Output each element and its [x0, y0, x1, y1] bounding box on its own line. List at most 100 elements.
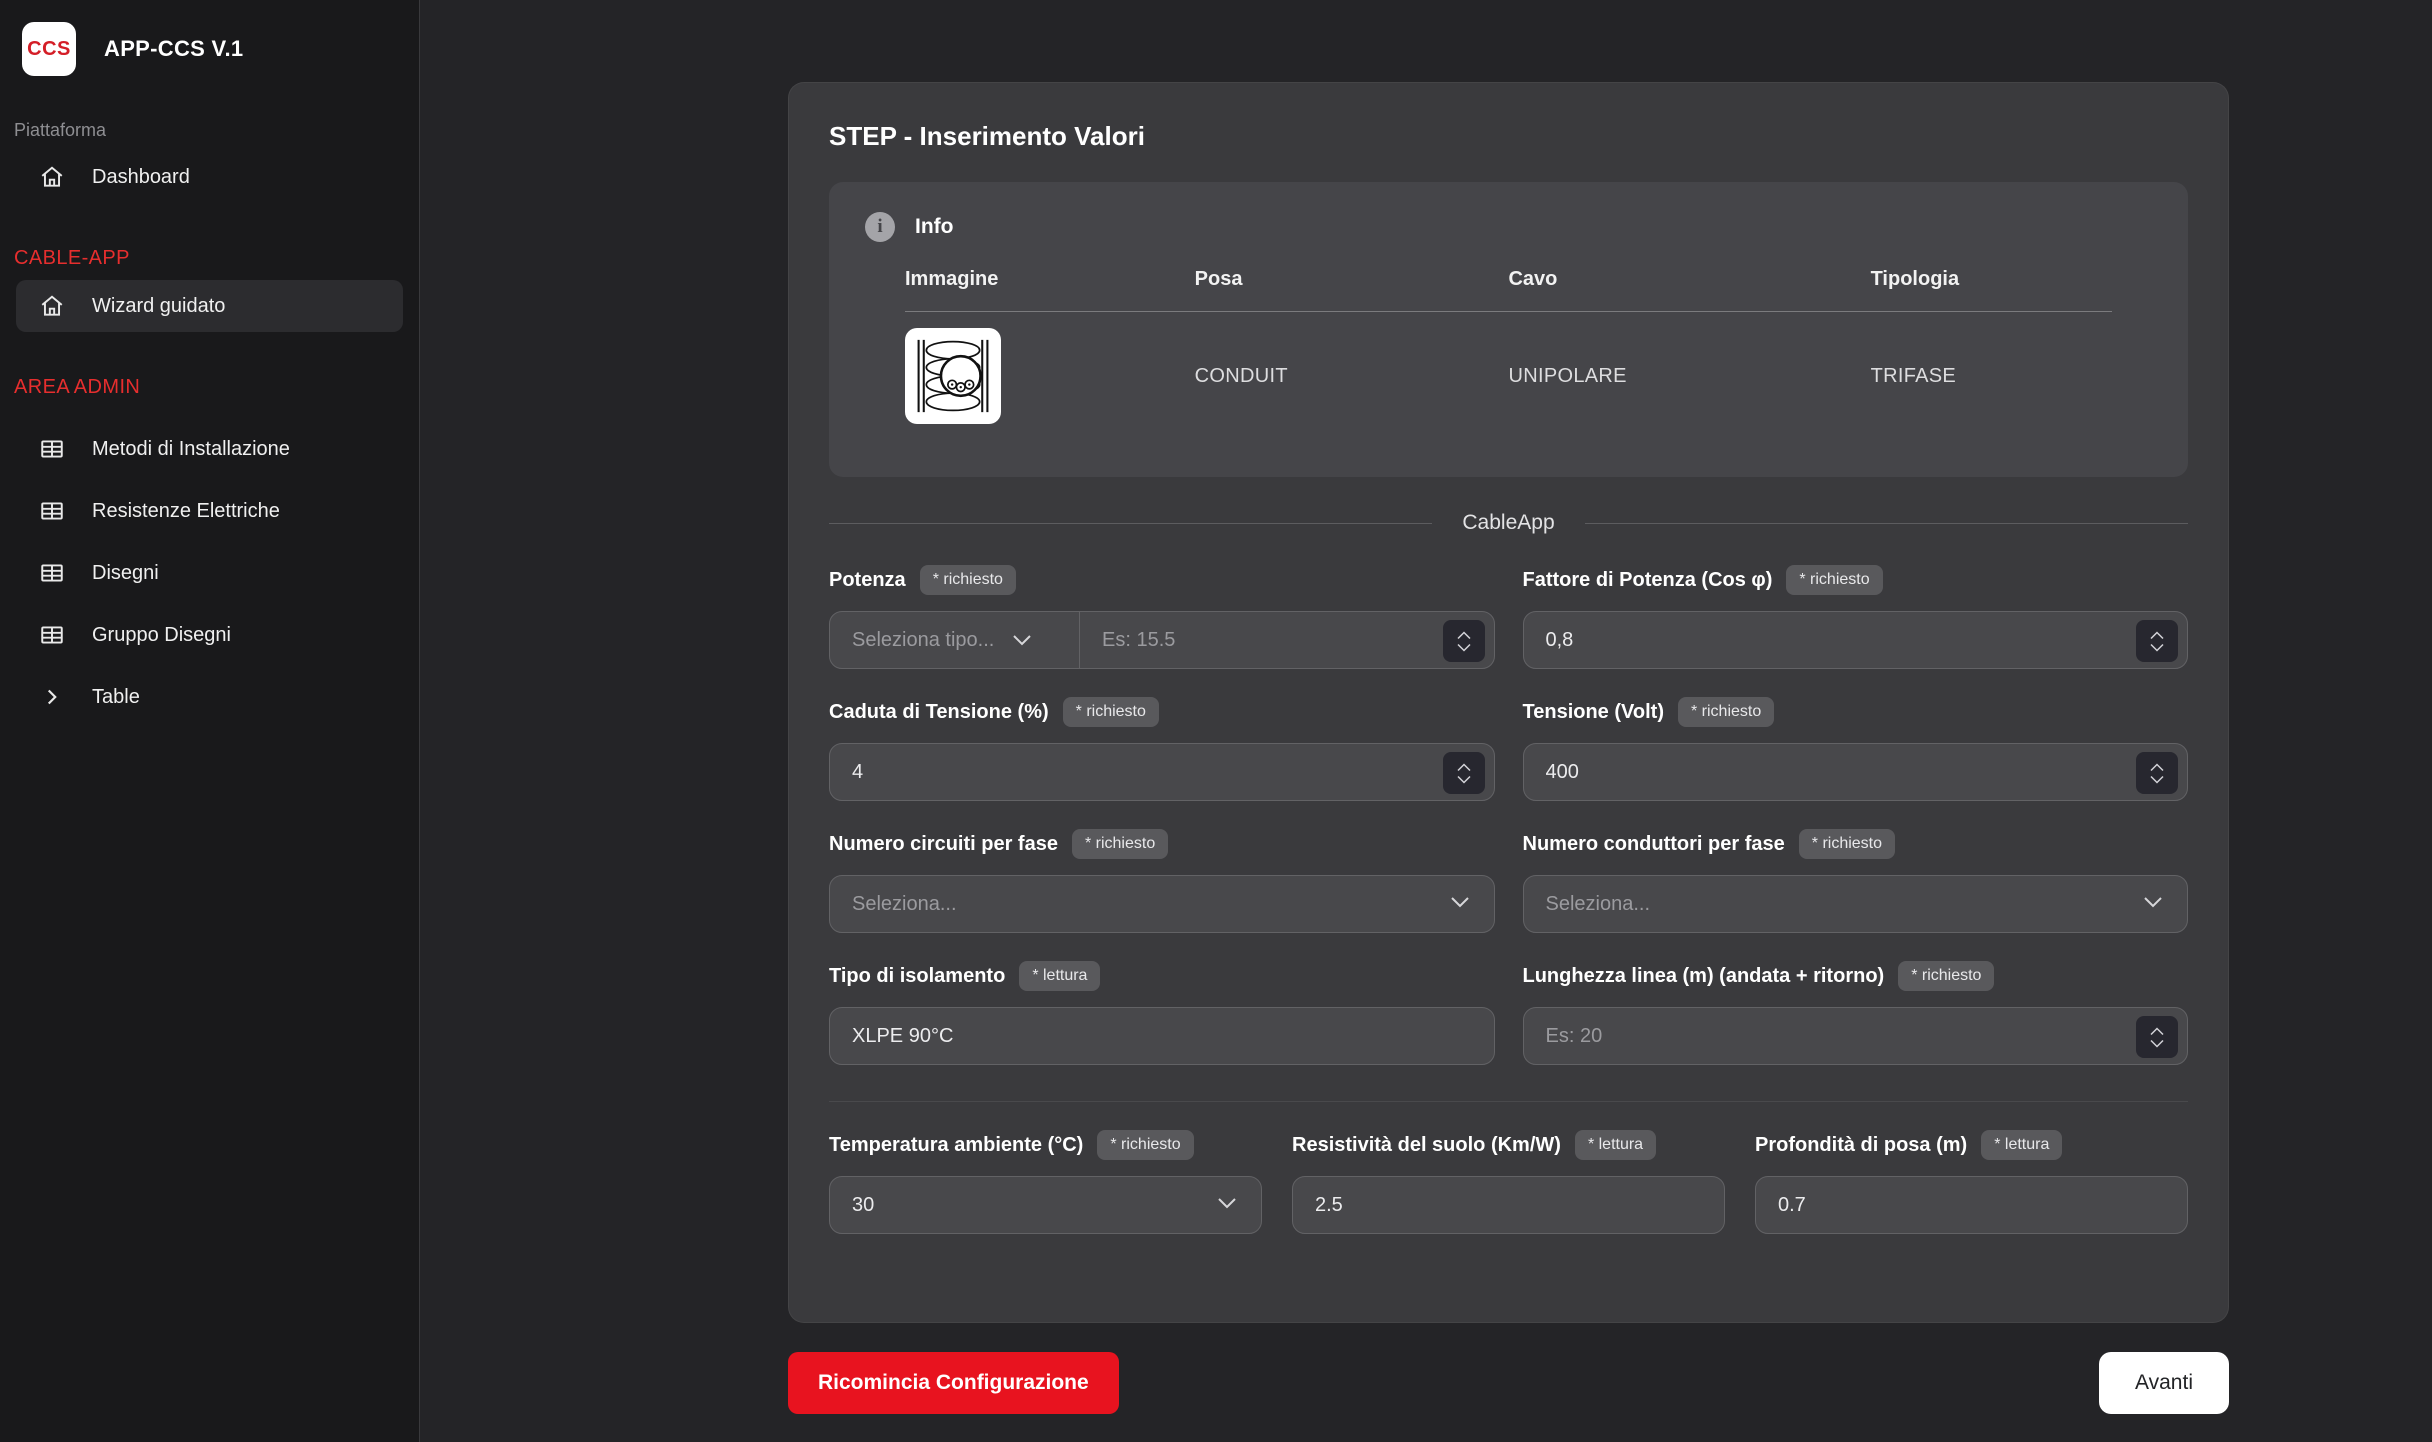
caduta-tensione-input[interactable] — [830, 744, 1494, 800]
field-label: Lunghezza linea (m) (andata + ritorno) — [1523, 965, 1885, 988]
required-badge: * richiesto — [920, 565, 1016, 595]
field-label: Numero circuiti per fase — [829, 833, 1058, 856]
potenza-input[interactable] — [1080, 612, 1494, 668]
sidebar-item-resistenze-elettriche[interactable]: Resistenze Elettriche — [16, 485, 403, 537]
sidebar-item-label: Dashboard — [92, 166, 190, 189]
required-badge: * richiesto — [1786, 565, 1882, 595]
main-content: STEP - Inserimento Valori i Info Immagin… — [420, 0, 2432, 1442]
field-label: Temperatura ambiente (°C) — [829, 1134, 1083, 1157]
tensione-input[interactable] — [1524, 744, 2188, 800]
profondita-control — [1755, 1176, 2188, 1234]
required-badge: * richiesto — [1097, 1130, 1193, 1160]
wizard-actions: Ricomincia Configurazione Avanti — [788, 1352, 2229, 1414]
sidebar-section-cableapp: CABLE-APP — [0, 247, 419, 270]
home-icon — [38, 163, 66, 191]
field-label: Profondità di posa (m) — [1755, 1134, 1967, 1157]
lunghezza-linea-input[interactable] — [1524, 1008, 2188, 1064]
chevron-down-icon — [1217, 1196, 1237, 1214]
required-badge: * richiesto — [1072, 829, 1168, 859]
field-label: Potenza — [829, 569, 906, 592]
table-icon — [38, 497, 66, 525]
sidebar-item-metodi-installazione[interactable]: Metodi di Installazione — [16, 423, 403, 475]
numero-conduttori-select[interactable]: Seleziona... — [1523, 875, 2189, 933]
field-fattore-potenza: Fattore di Potenza (Cos φ) * richiesto — [1523, 565, 2189, 669]
chevron-down-icon — [2149, 643, 2165, 652]
chevron-down-icon — [1456, 643, 1472, 652]
next-button[interactable]: Avanti — [2099, 1352, 2229, 1414]
sidebar-item-dashboard[interactable]: Dashboard — [16, 151, 403, 203]
required-badge: * richiesto — [1063, 697, 1159, 727]
resistivita-input[interactable] — [1293, 1177, 1724, 1233]
wizard-form: Potenza * richiesto Seleziona tipo... — [829, 565, 2188, 1065]
chevron-up-icon — [1456, 763, 1472, 772]
temperatura-select[interactable]: 30 — [829, 1176, 1262, 1234]
field-tipo-isolamento: Tipo di isolamento * lettura — [829, 961, 1495, 1065]
required-badge: * richiesto — [1678, 697, 1774, 727]
chevron-up-icon — [2149, 763, 2165, 772]
sidebar-item-label: Disegni — [92, 562, 159, 585]
tensione-control — [1523, 743, 2189, 801]
info-icon: i — [865, 212, 895, 242]
select-value: 30 — [830, 1194, 1217, 1217]
field-tensione: Tensione (Volt) * richiesto — [1523, 697, 2189, 801]
field-label: Resistività del suolo (Km/W) — [1292, 1134, 1561, 1157]
sidebar-item-wizard-guidato[interactable]: Wizard guidato — [16, 280, 403, 332]
app-logo: CCS — [22, 22, 76, 76]
cell-tipologia: TRIFASE — [1871, 365, 2112, 388]
sidebar-item-gruppo-disegni[interactable]: Gruppo Disegni — [16, 609, 403, 661]
isolamento-control — [829, 1007, 1495, 1065]
field-lunghezza-linea: Lunghezza linea (m) (andata + ritorno) *… — [1523, 961, 2189, 1065]
cableapp-divider: CableApp — [829, 511, 2188, 535]
chevron-up-icon — [1456, 631, 1472, 640]
select-value: Seleziona... — [830, 893, 1450, 916]
wizard-step-card: STEP - Inserimento Valori i Info Immagin… — [788, 82, 2229, 1323]
chevron-right-icon — [38, 683, 66, 711]
field-caduta-tensione: Caduta di Tensione (%) * richiesto — [829, 697, 1495, 801]
profondita-input[interactable] — [1756, 1177, 2187, 1233]
sidebar-item-table[interactable]: Table — [16, 671, 403, 723]
page-title: STEP - Inserimento Valori — [829, 121, 2188, 152]
sidebar-item-disegni[interactable]: Disegni — [16, 547, 403, 599]
number-stepper[interactable] — [1443, 752, 1485, 794]
fattore-potenza-input[interactable] — [1524, 612, 2188, 668]
read-badge: * lettura — [1019, 961, 1100, 991]
form-section-divider — [829, 1101, 2188, 1102]
number-stepper[interactable] — [2136, 620, 2178, 662]
select-value: Seleziona tipo... — [852, 629, 994, 652]
field-label: Tipo di isolamento — [829, 965, 1005, 988]
number-stepper[interactable] — [1443, 620, 1485, 662]
chevron-down-icon — [2143, 895, 2163, 913]
restart-configuration-button[interactable]: Ricomincia Configurazione — [788, 1352, 1119, 1414]
field-numero-conduttori: Numero conduttori per fase * richiesto S… — [1523, 829, 2189, 933]
chevron-down-icon — [2149, 775, 2165, 784]
home-icon — [38, 292, 66, 320]
info-header: i Info — [865, 212, 2152, 242]
sidebar-item-label: Resistenze Elettriche — [92, 500, 280, 523]
fattore-control — [1523, 611, 2189, 669]
resistivita-control — [1292, 1176, 1725, 1234]
column-header-immagine: Immagine — [905, 268, 1195, 291]
column-header-cavo: Cavo — [1508, 268, 1870, 291]
sidebar-section-platform: Piattaforma — [0, 120, 419, 141]
table-icon — [38, 435, 66, 463]
chevron-down-icon — [2149, 1039, 2165, 1048]
field-resistivita-suolo: Resistività del suolo (Km/W) * lettura — [1292, 1130, 1725, 1234]
chevron-up-icon — [2149, 631, 2165, 640]
sidebar-section-admin: AREA ADMIN — [0, 376, 419, 399]
select-value: Seleziona... — [1524, 893, 2144, 916]
number-stepper[interactable] — [2136, 1016, 2178, 1058]
table-icon — [38, 559, 66, 587]
column-header-tipologia: Tipologia — [1871, 268, 2112, 291]
numero-circuiti-select[interactable]: Seleziona... — [829, 875, 1495, 933]
cell-posa: CONDUIT — [1195, 365, 1509, 388]
info-table: Immagine Posa Cavo Tipologia — [865, 268, 2152, 424]
cell-cavo: UNIPOLARE — [1508, 365, 1870, 388]
potenza-type-select[interactable]: Seleziona tipo... — [830, 612, 1080, 668]
environment-fields: Temperatura ambiente (°C) * richiesto 30… — [829, 1130, 2188, 1234]
chevron-down-icon — [1456, 775, 1472, 784]
tipo-isolamento-input[interactable] — [830, 1008, 1494, 1064]
conduit-drawing-image — [905, 328, 1001, 424]
number-stepper[interactable] — [2136, 752, 2178, 794]
potenza-control: Seleziona tipo... — [829, 611, 1495, 669]
field-label: Numero conduttori per fase — [1523, 833, 1785, 856]
